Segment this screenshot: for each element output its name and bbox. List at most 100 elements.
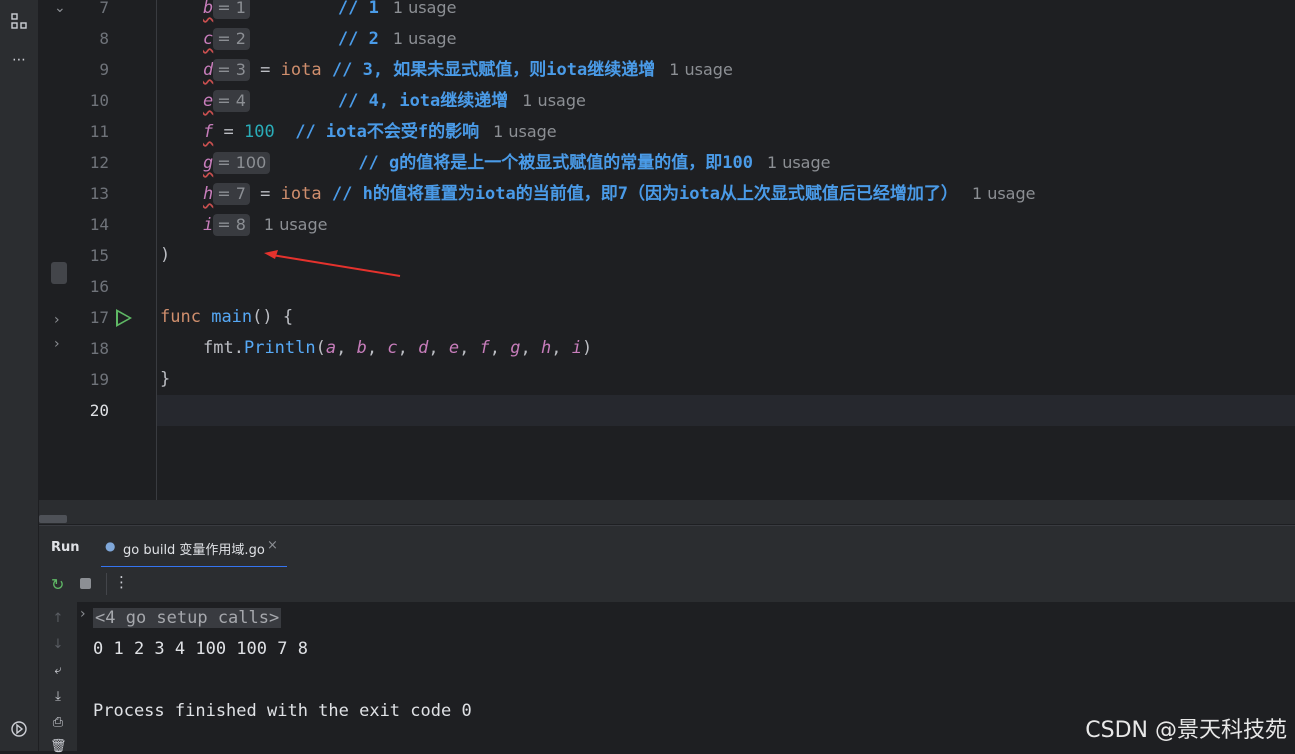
line-number: 11	[89, 122, 109, 141]
chevron-right-icon[interactable]: ›	[54, 336, 60, 352]
code-line: }	[160, 369, 171, 389]
line-number: 8	[99, 29, 109, 48]
code-comment: // h的值将重置为iota的当前值，即7（因为iota从上次显式赋值后已经增加…	[331, 184, 958, 204]
chevron-down-icon[interactable]: ⌄	[54, 0, 66, 16]
line-number: 10	[89, 91, 109, 110]
usage-hint[interactable]: 1 usage	[522, 91, 586, 110]
fold-marker[interactable]	[51, 262, 67, 284]
inlay-hint: = 2	[213, 28, 250, 50]
inlay-hint: = 7	[213, 183, 250, 205]
line-number: 7	[99, 0, 109, 17]
function-signature: () {	[252, 307, 294, 327]
tool-strip: ⋯	[0, 0, 39, 751]
code-comment: // 1	[337, 0, 379, 18]
usage-hint[interactable]: 1 usage	[767, 153, 831, 172]
line-number: 17	[89, 308, 109, 327]
chevron-right-icon[interactable]: ›	[80, 606, 86, 622]
code-line: g = 100 // g的值将是上一个被显式赋值的常量的值，即100 1 usage	[203, 147, 830, 179]
usage-hint[interactable]: 1 usage	[669, 60, 733, 79]
arrow-down-icon[interactable]: ↓	[50, 637, 66, 652]
iota-keyword: iota	[280, 184, 322, 204]
arrow-up-icon[interactable]: ↑	[50, 611, 66, 626]
scroll-to-end-icon[interactable]: ⤓	[50, 689, 66, 704]
const-identifier[interactable]: h	[203, 184, 213, 204]
toolbar-divider	[106, 573, 107, 595]
console-setup-line[interactable]: <4 go setup calls>	[93, 605, 282, 631]
structure-icon[interactable]	[9, 12, 29, 32]
call-arg[interactable]: h	[541, 338, 551, 358]
inlay-hint: = 100	[213, 152, 271, 174]
usage-hint[interactable]: 1 usage	[393, 29, 457, 48]
rerun-icon[interactable]: ↻	[51, 575, 64, 594]
function-name[interactable]: main	[211, 307, 252, 327]
close-icon[interactable]: ×	[267, 538, 278, 553]
run-tab-label: go build 变量作用域.go	[123, 543, 265, 558]
stop-icon[interactable]	[80, 578, 91, 589]
func-keyword: func	[160, 307, 201, 327]
console-output-line: 0 1 2 3 4 100 100 7 8	[93, 639, 308, 659]
horizontal-scrollbar[interactable]	[39, 515, 67, 523]
const-identifier[interactable]: b	[203, 0, 213, 18]
const-identifier[interactable]: c	[203, 29, 213, 49]
run-tab[interactable]: ● go build 变量作用域.go ×	[101, 526, 287, 568]
call-arg[interactable]: f	[480, 338, 490, 358]
chevron-right-icon[interactable]: ›	[54, 312, 60, 328]
usage-hint[interactable]: 1 usage	[493, 122, 557, 141]
call-arg[interactable]: a	[326, 338, 336, 358]
run-panel-title[interactable]: Run	[51, 540, 80, 555]
run-panel-header: Run ● go build 变量作用域.go ×	[39, 525, 1295, 568]
const-identifier[interactable]: g	[203, 153, 213, 173]
gopher-icon: ●	[105, 539, 116, 553]
code-line: func main() {	[160, 302, 293, 333]
inlay-hint: = 3	[213, 59, 250, 81]
line-number: 18	[89, 339, 109, 358]
line-number: 15	[89, 246, 109, 265]
usage-hint[interactable]: 1 usage	[264, 215, 328, 234]
watermark: CSDN @景天科技苑	[1085, 718, 1287, 743]
services-icon[interactable]	[9, 720, 29, 740]
usage-hint[interactable]: 1 usage	[972, 184, 1036, 203]
line-number: 20	[89, 401, 109, 420]
assign-operator: =	[260, 60, 271, 80]
const-identifier[interactable]: f	[203, 122, 213, 142]
code-line: h = 7 = iota // h的值将重置为iota的当前值，即7（因为iota…	[203, 178, 1035, 210]
usage-hint[interactable]: 1 usage	[393, 0, 457, 17]
package-name[interactable]: fmt	[203, 338, 234, 358]
code-line: d = 3 = iota // 3, 如果未显式赋值，则iota继续递增 1 usa…	[203, 54, 733, 86]
call-arg[interactable]: i	[572, 338, 582, 358]
call-arg[interactable]: c	[387, 338, 397, 358]
line-number: 13	[89, 184, 109, 203]
code-line: f = 100 // iota不会受f的影响 1 usage	[203, 116, 557, 148]
const-identifier[interactable]: e	[203, 91, 213, 111]
line-number: 12	[89, 153, 109, 172]
line-number: 16	[89, 277, 109, 296]
call-arg[interactable]: d	[418, 338, 428, 358]
gutter-separator	[156, 0, 157, 500]
more-options-icon[interactable]: ⋮	[114, 573, 129, 591]
code-comment: // 4, iota继续递增	[337, 91, 509, 111]
editor-status-strip	[39, 500, 1295, 524]
call-arg[interactable]: b	[357, 338, 367, 358]
annotation-arrow	[264, 250, 401, 277]
const-identifier[interactable]: d	[203, 60, 213, 80]
inlay-hint: = 4	[213, 90, 250, 112]
print-icon[interactable]: ⎙	[50, 715, 66, 730]
iota-keyword: iota	[280, 60, 322, 80]
line-number: 14	[89, 215, 109, 234]
function-call[interactable]: Println	[244, 338, 316, 358]
run-gutter-icon[interactable]	[116, 309, 132, 327]
const-identifier[interactable]: i	[203, 215, 213, 235]
line-number: 19	[89, 370, 109, 389]
code-line: fmt.Println(a, b, c, d, e, f, g, h, i)	[203, 338, 593, 358]
code-comment: // 3, 如果未显式赋值，则iota继续递增	[331, 60, 656, 80]
code-comment: // iota不会受f的影响	[295, 122, 480, 142]
go-setup-calls[interactable]: <4 go setup calls>	[93, 608, 282, 628]
more-tools-icon[interactable]: ⋯	[9, 50, 29, 70]
console-exit-line: Process finished with the exit code 0	[93, 701, 472, 721]
trash-icon[interactable]: 🗑	[50, 739, 67, 754]
call-arg[interactable]: g	[510, 338, 520, 358]
code-line: c = 2 // 2 1 usage	[203, 23, 456, 55]
soft-wrap-icon[interactable]: ⤶	[50, 663, 66, 678]
call-arg[interactable]: e	[449, 338, 459, 358]
code-comment: // 2	[337, 29, 379, 49]
